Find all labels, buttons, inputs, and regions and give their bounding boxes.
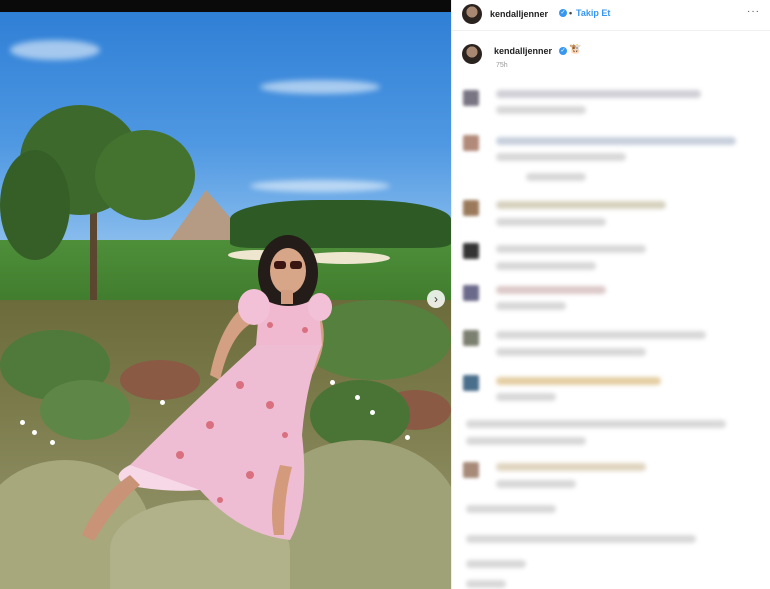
flower (355, 395, 360, 400)
comment-text (496, 245, 646, 253)
comment-meta (496, 348, 646, 356)
comment-meta (496, 153, 626, 161)
post-photo[interactable]: › (0, 0, 451, 589)
flower (32, 430, 37, 435)
comment-meta (496, 393, 556, 401)
avatar[interactable] (462, 4, 482, 24)
follow-separator: • (569, 8, 573, 18)
caption-emoji: 🐮 (569, 44, 582, 55)
comment-text (496, 90, 701, 98)
tree-canopy (95, 130, 195, 220)
comment-meta (466, 505, 556, 513)
more-dots-icon[interactable]: ··· (747, 6, 760, 17)
comment-text (496, 331, 706, 339)
cloud (10, 40, 100, 60)
post-side-panel: kendalljenner ✓ • Takip Et ··· kendallje… (451, 0, 770, 589)
comment-text (496, 377, 661, 385)
comment-text (496, 463, 646, 471)
follow-button[interactable]: Takip Et (576, 8, 610, 18)
comment-meta (496, 302, 566, 310)
verified-badge-icon: ✓ (559, 47, 567, 55)
comment-meta (466, 560, 526, 568)
flower (405, 435, 410, 440)
comment-meta (466, 437, 586, 445)
photo-top-bar (0, 0, 451, 12)
comment-avatar (463, 330, 479, 346)
comment-meta (466, 580, 506, 588)
comment-meta (496, 480, 576, 488)
caption-time: 75h (496, 62, 508, 69)
flower (20, 420, 25, 425)
comment-meta (496, 262, 596, 270)
comment-text (496, 286, 606, 294)
comment-avatar (463, 135, 479, 151)
comment-avatar (463, 285, 479, 301)
cloud (260, 80, 380, 94)
comment-meta (496, 218, 606, 226)
cloud (250, 180, 390, 192)
comment-avatar (463, 90, 479, 106)
comment-text (496, 137, 736, 145)
comment-avatar (463, 462, 479, 478)
caption-avatar[interactable] (462, 44, 482, 64)
comment-text (466, 420, 726, 428)
comment-avatar (463, 243, 479, 259)
comment-avatar (463, 375, 479, 391)
comment-text (466, 535, 696, 543)
comment-avatar (463, 200, 479, 216)
flower (370, 410, 375, 415)
post-username[interactable]: kendalljenner (490, 9, 548, 19)
post-header: kendalljenner ✓ • Takip Et ··· (452, 0, 770, 31)
comment-meta (526, 173, 586, 181)
comment-text (496, 201, 666, 209)
caption-username[interactable]: kendalljenner (494, 46, 552, 56)
comment-meta (496, 106, 586, 114)
tree-canopy (0, 150, 70, 260)
verified-badge-icon: ✓ (559, 9, 567, 17)
next-photo-button[interactable]: › (427, 290, 445, 308)
flower (50, 440, 55, 445)
woman-figure (82, 235, 332, 541)
